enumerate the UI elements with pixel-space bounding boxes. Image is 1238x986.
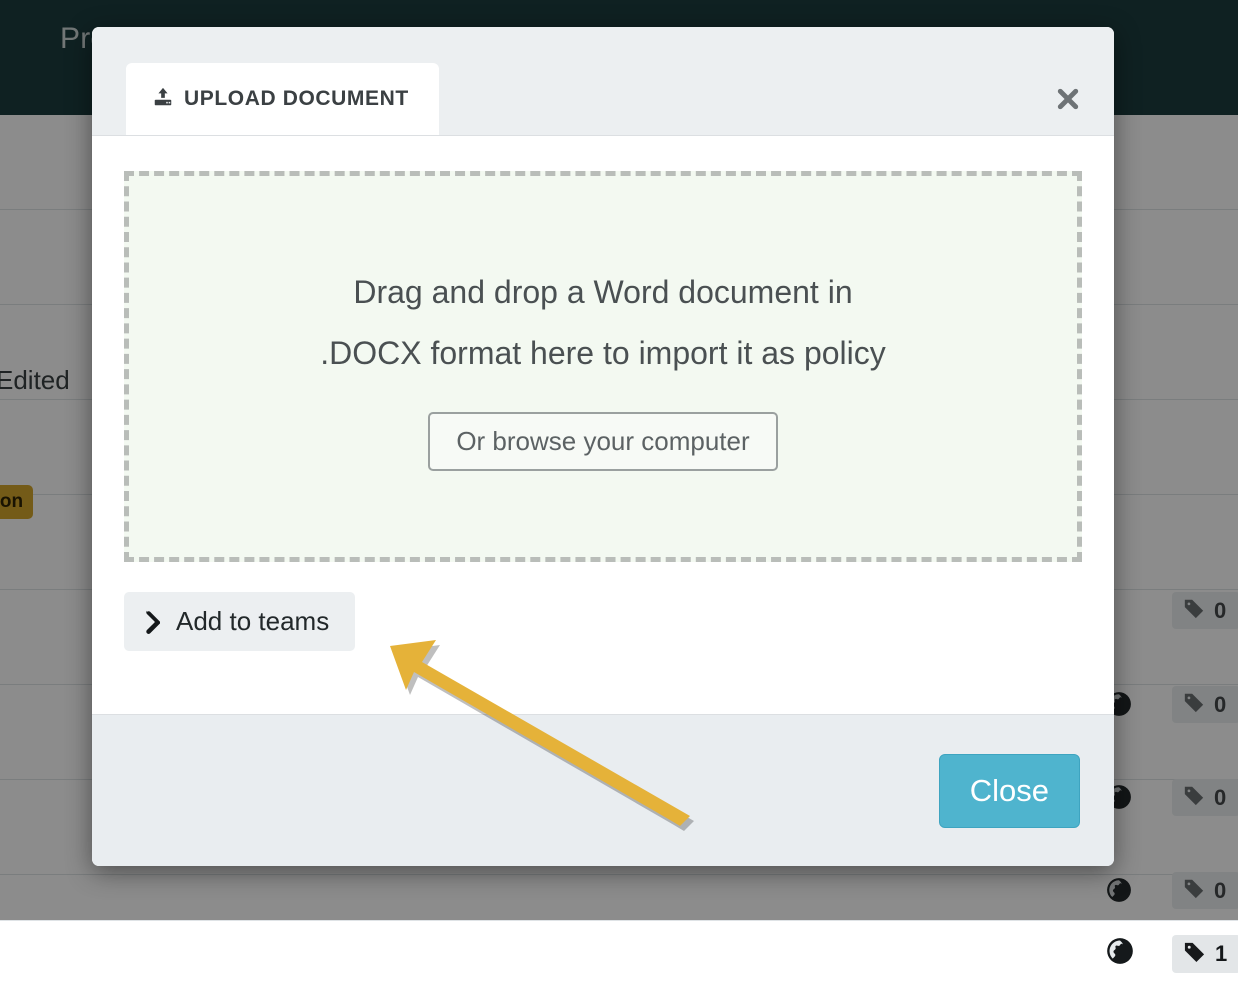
tag-chip[interactable]: 0 <box>1172 686 1238 723</box>
tag-icon <box>1183 691 1205 718</box>
tag-chip[interactable]: 0 <box>1172 779 1238 816</box>
tab-upload-document[interactable]: UPLOAD DOCUMENT <box>126 63 439 135</box>
modal-footer: Close <box>92 714 1114 866</box>
close-icon[interactable] <box>1046 77 1090 121</box>
tag-count: 0 <box>1214 691 1227 717</box>
tag-icon <box>1183 940 1206 968</box>
tag-count: 0 <box>1214 597 1227 623</box>
chevron-right-icon <box>144 610 160 634</box>
tag-icon <box>1183 597 1205 624</box>
tag-count: 0 <box>1214 877 1227 903</box>
status-badge: sion <box>0 485 34 519</box>
tag-chip[interactable]: 1 <box>1172 935 1238 973</box>
upload-document-modal: UPLOAD DOCUMENT Drag and drop a Word doc… <box>92 27 1114 866</box>
table-row[interactable]: 1 <box>0 920 1238 986</box>
globe-icon[interactable] <box>1106 877 1132 908</box>
tag-chip[interactable]: 0 <box>1172 872 1238 909</box>
tag-icon <box>1183 784 1205 811</box>
browse-computer-button[interactable]: Or browse your computer <box>428 411 778 471</box>
tag-count: 0 <box>1214 784 1227 810</box>
modal-body: Drag and drop a Word document in .DOCX f… <box>92 136 1114 714</box>
tag-count: 1 <box>1215 941 1228 966</box>
add-to-teams-label: Add to teams <box>176 606 330 636</box>
add-to-teams-button[interactable]: Add to teams <box>124 592 356 651</box>
row-edited-label: Edited <box>0 365 70 395</box>
close-button[interactable]: Close <box>938 753 1080 828</box>
tag-icon <box>1183 877 1205 904</box>
modal-header: UPLOAD DOCUMENT <box>92 27 1114 136</box>
tag-chip[interactable]: 0 <box>1172 592 1238 629</box>
tab-label: UPLOAD DOCUMENT <box>184 87 409 110</box>
upload-icon <box>152 86 174 113</box>
globe-icon[interactable] <box>1106 937 1134 970</box>
file-dropzone[interactable]: Drag and drop a Word document in .DOCX f… <box>124 171 1082 562</box>
dropzone-instructions: Drag and drop a Word document in .DOCX f… <box>320 274 886 371</box>
